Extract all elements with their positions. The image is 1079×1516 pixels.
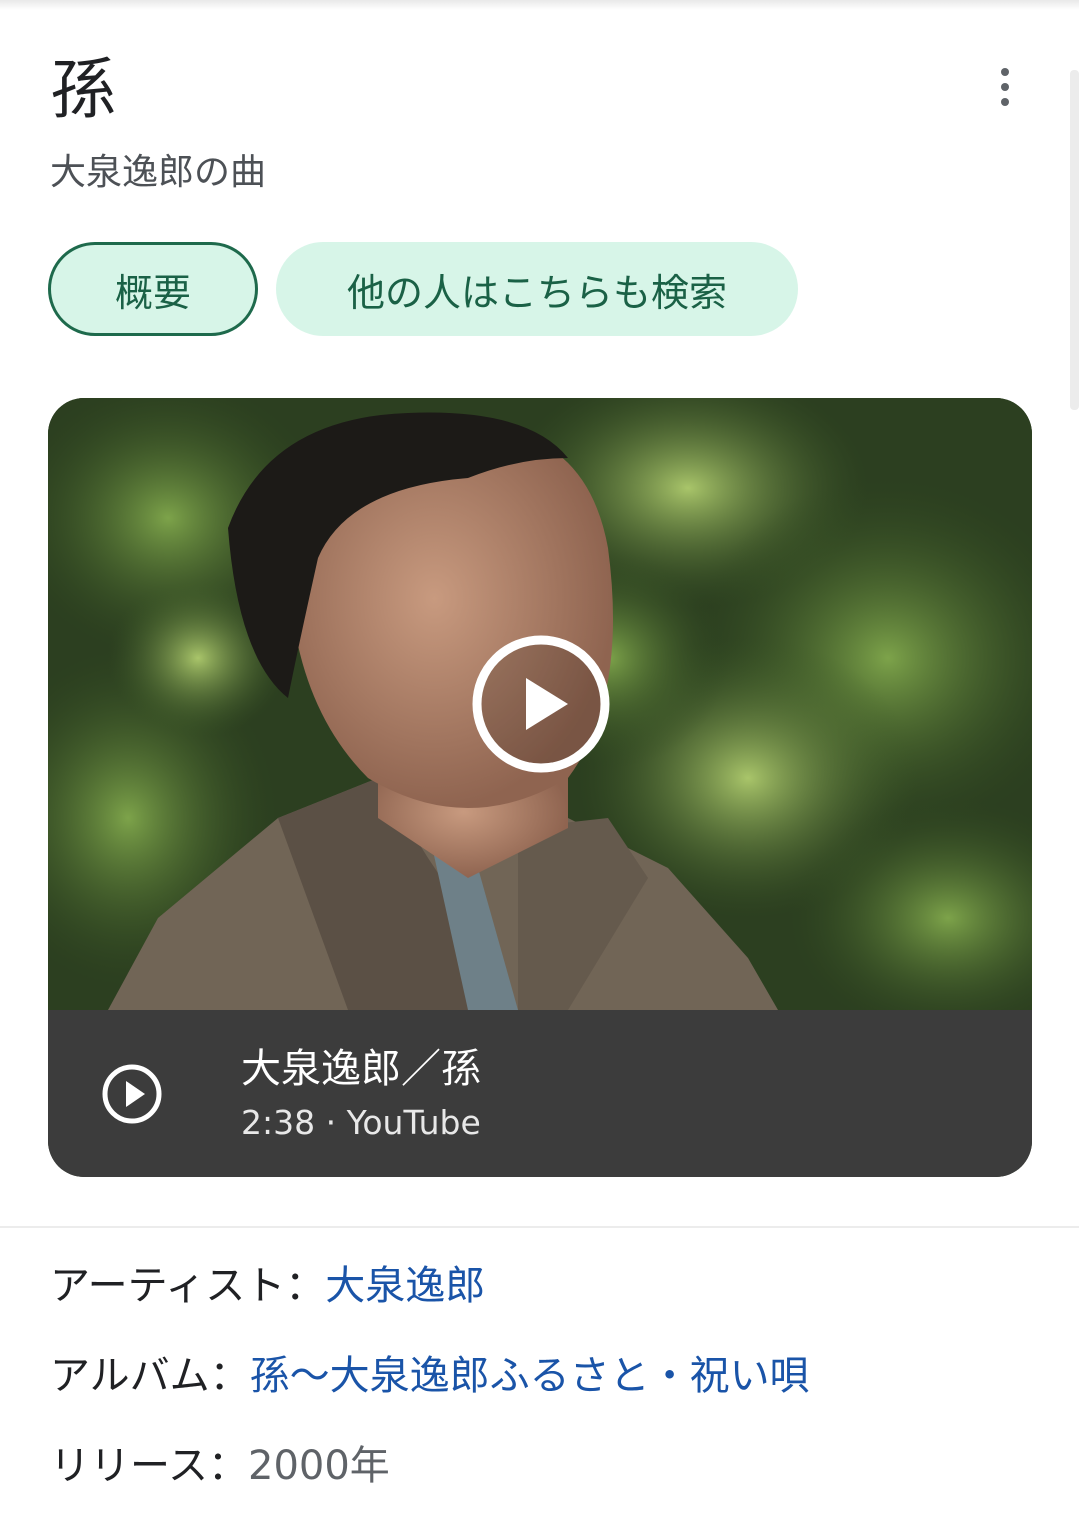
tab-overview[interactable]: 概要 bbox=[48, 242, 258, 336]
detail-row-album: アルバム：孫〜大泉逸郎ふるさと・祝い唄 bbox=[50, 1350, 810, 1402]
video-card[interactable]: 大泉逸郎／孫 2:38 · YouTube bbox=[48, 398, 1032, 1177]
play-circle-icon[interactable] bbox=[100, 1062, 164, 1126]
album-label: アルバム： bbox=[50, 1353, 250, 1399]
more-vert-icon bbox=[1001, 68, 1009, 76]
page-title: 孫 bbox=[50, 51, 116, 128]
detail-row-release: リリース：2000年 bbox=[50, 1440, 390, 1492]
play-icon[interactable] bbox=[471, 634, 611, 774]
release-value: 2000年 bbox=[248, 1443, 390, 1489]
album-link[interactable]: 孫〜大泉逸郎ふるさと・祝い唄 bbox=[250, 1353, 810, 1399]
tab-people-also-search[interactable]: 他の人はこちらも検索 bbox=[276, 242, 798, 336]
detail-row-artist: アーティスト：大泉逸郎 bbox=[50, 1260, 485, 1312]
release-label: リリース： bbox=[50, 1443, 248, 1489]
artist-link[interactable]: 大泉逸郎 bbox=[325, 1263, 485, 1309]
video-info-bar[interactable]: 大泉逸郎／孫 2:38 · YouTube bbox=[48, 1010, 1032, 1177]
artist-label: アーティスト： bbox=[50, 1263, 326, 1309]
page-subtitle: 大泉逸郎の曲 bbox=[50, 152, 267, 193]
top-edge bbox=[0, 0, 1079, 10]
video-title[interactable]: 大泉逸郎／孫 bbox=[241, 1044, 481, 1094]
video-meta: 2:38 · YouTube bbox=[241, 1103, 481, 1142]
scrollbar[interactable] bbox=[1070, 70, 1079, 410]
section-divider bbox=[0, 1226, 1079, 1228]
more-options-button[interactable] bbox=[990, 62, 1020, 112]
